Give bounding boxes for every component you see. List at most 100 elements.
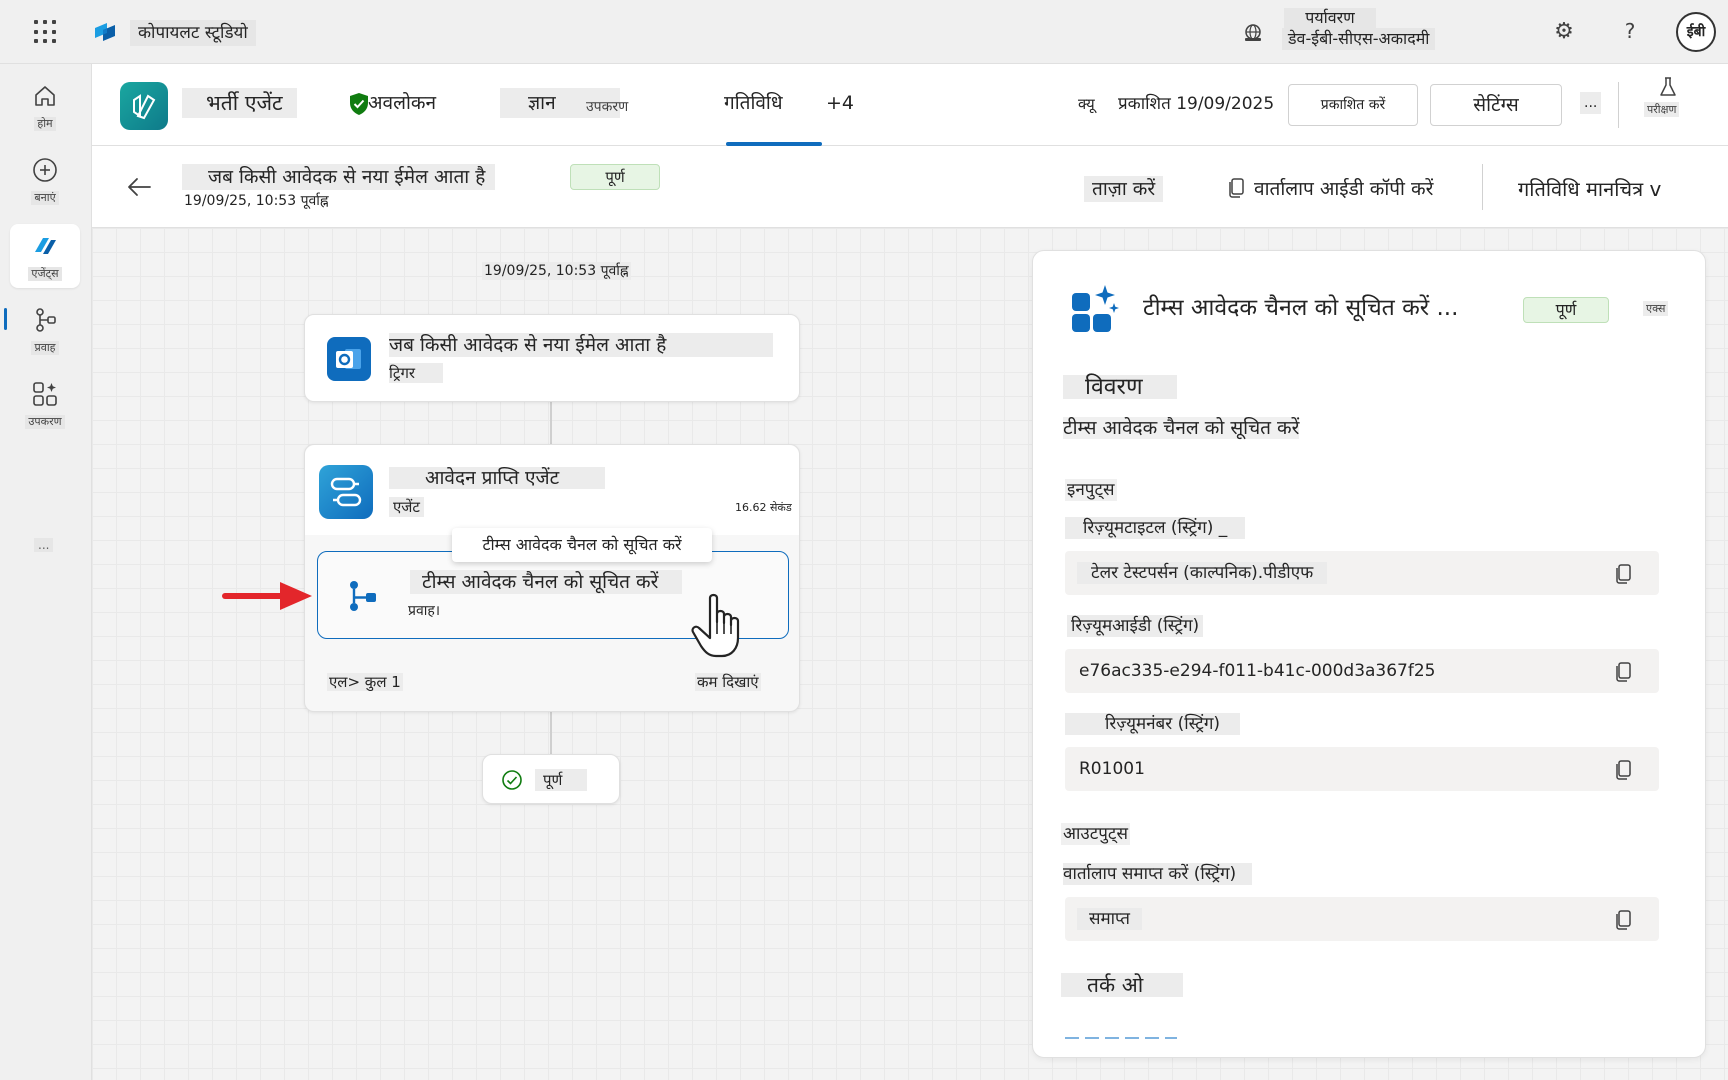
tab-more[interactable]: +4 xyxy=(826,88,854,118)
rail-more-button[interactable]: ... xyxy=(34,538,54,552)
rail-item-tools[interactable]: उपकरण xyxy=(10,372,80,436)
left-nav-rail: होम बनाएं एजेंट्स प्रवाह उपकरण ... xyxy=(0,64,92,1080)
copy-icon[interactable] xyxy=(1615,758,1633,780)
done-node[interactable]: पूर्ण xyxy=(482,754,620,804)
agent-node-title: आवेदन प्राप्ति एजेंट xyxy=(389,467,605,489)
environment-label: पर्यावरण xyxy=(1284,8,1376,28)
refresh-button[interactable]: ताज़ा करें xyxy=(1084,176,1164,202)
copy-conversation-id-button[interactable]: वार्तालाप आईडी कॉपी करें xyxy=(1254,176,1433,202)
run-status-badge: पूर्ण xyxy=(570,164,660,190)
outlook-icon xyxy=(327,337,371,381)
tab-tools[interactable]: उपकरण xyxy=(586,92,628,122)
outputs-heading: आउटपुट्स xyxy=(1061,823,1130,845)
truncated-link-line xyxy=(1065,1037,1177,1039)
agent-node[interactable]: आवेदन प्राप्ति एजेंट एजेंट 16.62 सेकंड ट… xyxy=(304,444,800,712)
rail-label-flows: प्रवाह xyxy=(31,341,59,355)
copilot-studio-logo-icon xyxy=(95,23,115,41)
canvas-timestamp: 19/09/25, 10:53 पूर्वाह्न xyxy=(482,262,631,280)
input-label-resume-title: रिज़्यूमटाइटल (स्ट्रिंग) _ xyxy=(1065,517,1246,539)
verified-shield-icon xyxy=(350,93,368,115)
tab-activity[interactable]: गतिविधि xyxy=(724,88,783,118)
check-circle-icon xyxy=(502,770,522,790)
flow-tooltip: टीम्स आवेदक चैनल को सूचित करें xyxy=(452,528,712,562)
agents-icon xyxy=(35,238,56,254)
input-label-resume-number: रिज़्यूमनंबर (स्ट्रिंग) xyxy=(1065,713,1241,735)
input-field-resume-id[interactable]: e76ac335-e294-f011-b41c-000d3a367f25 xyxy=(1065,649,1659,693)
input-field-resume-number[interactable]: R01001 xyxy=(1065,747,1659,791)
back-arrow-icon[interactable] xyxy=(126,176,152,198)
published-date: प्रकाशित 19/09/2025 xyxy=(1118,94,1275,114)
input-field-resume-title[interactable]: टेलर टेस्टपर्सन (काल्पनिक).पीडीएफ xyxy=(1065,551,1659,595)
header-divider xyxy=(1618,82,1619,128)
input-label-resume-id: रिज़्यूमआईडी (स्ट्रिंग) xyxy=(1067,615,1204,637)
more-options-button[interactable]: ... xyxy=(1580,92,1602,114)
environment-value[interactable]: डेव-ईबी-सीएस-अकादमी xyxy=(1282,28,1436,50)
help-icon[interactable]: ? xyxy=(1620,18,1640,44)
environment-icon[interactable] xyxy=(1242,22,1264,44)
rail-item-create[interactable]: बनाएं xyxy=(10,148,80,212)
rail-label-home: होम xyxy=(34,117,56,131)
input-value: e76ac335-e294-f011-b41c-000d3a367f25 xyxy=(1079,661,1436,681)
run-header: जब किसी आवेदक से नया ईमेल आता है पूर्ण 1… xyxy=(92,146,1728,228)
trigger-title: जब किसी आवेदक से नया ईमेल आता है xyxy=(389,333,773,357)
tool-apps-icon xyxy=(1072,285,1119,332)
agent-node-subtitle: एजेंट xyxy=(389,497,424,517)
output-value: समाप्त xyxy=(1077,908,1142,930)
logic-heading: तर्क ओ xyxy=(1061,973,1183,997)
show-less-button[interactable]: कम दिखाएं xyxy=(695,673,761,691)
rail-label-agents: एजेंट्स xyxy=(28,267,62,281)
run-header-divider xyxy=(1482,164,1483,210)
flow-node-subtitle: प्रवाह। xyxy=(408,603,441,619)
trigger-node[interactable]: जब किसी आवेदक से नया ईमेल आता है ट्रिगर xyxy=(304,314,800,402)
settings-button[interactable]: सेटिंग्स xyxy=(1430,84,1562,126)
flow-icon xyxy=(350,581,376,611)
agent-total-count: एल> कुल 1 xyxy=(327,673,403,691)
rail-item-home[interactable]: होम xyxy=(10,74,80,138)
publish-info-label: क्यू xyxy=(1078,95,1095,113)
copy-icon[interactable] xyxy=(1615,562,1633,584)
output-field-end-conversation[interactable]: समाप्त xyxy=(1065,897,1659,941)
user-avatar[interactable]: ईबी xyxy=(1676,12,1716,52)
connector-line xyxy=(550,402,552,444)
app-launcher-icon[interactable] xyxy=(34,20,58,44)
inputs-heading: इनपुट्स xyxy=(1065,479,1117,501)
trigger-subtitle: ट्रिगर xyxy=(389,363,443,383)
rail-label-tools: उपकरण xyxy=(25,415,65,429)
description-heading: विवरण xyxy=(1063,375,1177,399)
tools-icon xyxy=(33,382,57,406)
copy-icon[interactable] xyxy=(1228,176,1246,198)
run-title: जब किसी आवेदक से नया ईमेल आता है xyxy=(182,164,496,190)
rail-active-indicator xyxy=(4,308,7,330)
tab-overview[interactable]: अवलोकन xyxy=(368,88,436,118)
panel-title: टीम्स आवेदक चैनल को सूचित करें ... xyxy=(1143,295,1459,321)
rail-label-create: बनाएं xyxy=(31,191,59,205)
agent-node-header: आवेदन प्राप्ति एजेंट एजेंट 16.62 सेकंड xyxy=(305,445,799,535)
connector-line xyxy=(550,712,552,754)
home-icon xyxy=(35,86,55,106)
red-arrow-annotation-icon xyxy=(222,582,312,610)
panel-close-button[interactable]: एक्स xyxy=(1643,301,1669,316)
top-bar: कोपायलट स्टूडियो पर्यावरण डेव-ईबी-सीएस-अ… xyxy=(0,0,1728,64)
settings-gear-icon[interactable]: ⚙ xyxy=(1552,20,1576,44)
input-value: R01001 xyxy=(1079,759,1145,779)
rail-item-flows[interactable]: प्रवाह xyxy=(10,298,80,362)
detail-panel: टीम्स आवेदक चैनल को सूचित करें ... पूर्ण… xyxy=(1032,250,1706,1058)
flow-node-title: टीम्स आवेदक चैनल को सूचित करें xyxy=(410,570,682,594)
hand-cursor-icon xyxy=(691,593,740,658)
done-label: पूर्ण xyxy=(535,769,587,791)
test-flask-icon[interactable] xyxy=(1658,76,1678,98)
app-name[interactable]: कोपायलट स्टूडियो xyxy=(130,20,256,46)
flows-icon xyxy=(36,308,56,332)
agent-avatar-icon xyxy=(120,82,168,130)
rail-item-agents[interactable]: एजेंट्स xyxy=(10,224,80,288)
agent-duration: 16.62 सेकंड xyxy=(735,501,792,514)
copy-icon[interactable] xyxy=(1615,908,1633,930)
publish-button[interactable]: प्रकाशित करें xyxy=(1288,84,1418,126)
activity-map-dropdown[interactable]: गतिविधि मानचित्र v xyxy=(1518,176,1661,202)
agent-name: भर्ती एजेंट xyxy=(182,88,297,118)
copy-icon[interactable] xyxy=(1615,660,1633,682)
description-value: टीम्स आवेदक चैनल को सूचित करें xyxy=(1063,417,1300,439)
output-label-end-conversation: वार्तालाप समाप्त करें (स्ट्रिंग) xyxy=(1063,863,1253,885)
test-label[interactable]: परीक्षण xyxy=(1644,102,1680,117)
panel-status-badge: पूर्ण xyxy=(1523,297,1609,323)
